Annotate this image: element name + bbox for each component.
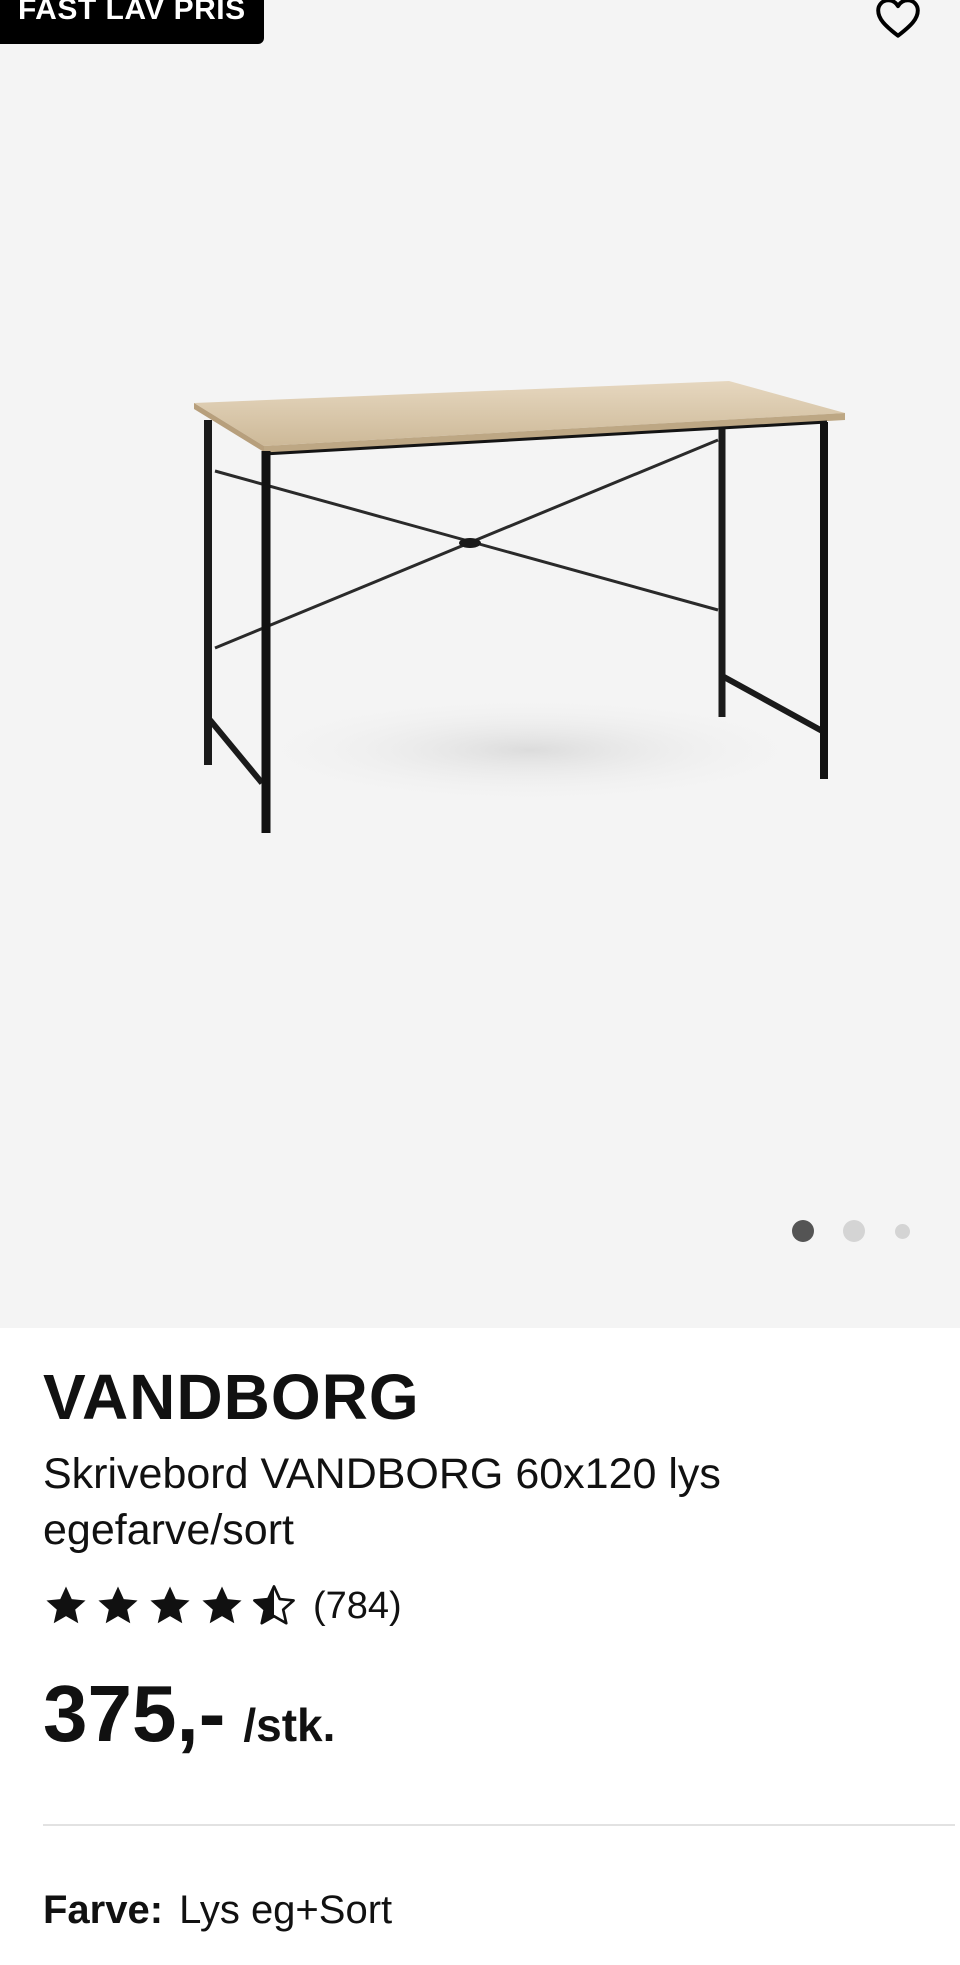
star-full-icon [46, 1586, 86, 1624]
review-count[interactable]: (784) [313, 1583, 402, 1629]
color-label: Farve: [43, 1888, 164, 1932]
star-rating [43, 1583, 297, 1629]
color-selection: Farve: Lys eg+Sort [43, 1888, 392, 1933]
price-row: 375,- /stk. [43, 1668, 335, 1760]
star-full-icon [202, 1586, 242, 1624]
product-brand: VANDBORG [43, 1361, 420, 1433]
product-price: 375,- [43, 1669, 226, 1758]
product-name: Skrivebord VANDBORG 60x120 lys egefarve/… [43, 1450, 721, 1554]
gallery-dot-1[interactable] [792, 1220, 814, 1242]
heart-outline-icon [876, 0, 920, 38]
star-half-icon [253, 1585, 295, 1625]
fast-lav-pris-badge: FAST LAV PRIS [0, 0, 264, 44]
product-image-gallery[interactable]: FAST LAV PRIS [0, 0, 960, 1328]
divider [43, 1824, 955, 1826]
product-rating[interactable]: (784) [43, 1580, 402, 1632]
star-full-icon [150, 1586, 190, 1624]
star-full-icon [98, 1586, 138, 1624]
color-value: Lys eg+Sort [179, 1888, 393, 1932]
gallery-pagination [780, 1218, 920, 1244]
favorite-button[interactable] [866, 0, 930, 46]
product-photo-desk[interactable] [140, 365, 860, 845]
gallery-dot-2[interactable] [843, 1220, 865, 1242]
price-unit: /stk. [243, 1699, 336, 1751]
gallery-dot-3[interactable] [895, 1224, 910, 1239]
